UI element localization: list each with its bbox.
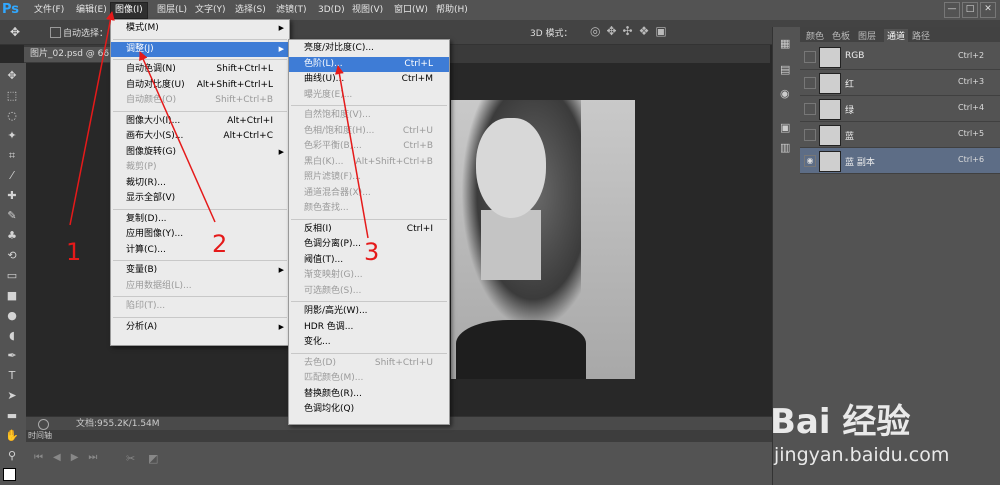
- arrow-1: [69, 11, 115, 226]
- step-label-2: 2: [212, 230, 228, 258]
- watermark-url: jingyan.baidu.com: [774, 444, 950, 466]
- watermark: Bai 经验 jingyan.baidu.com: [770, 392, 1000, 485]
- arrow-3: [334, 65, 369, 239]
- step-label-3: 3: [364, 238, 380, 266]
- step-label-1: 1: [66, 238, 82, 266]
- arrow-2: [139, 51, 216, 223]
- watermark-logo: Bai 经验: [770, 402, 911, 442]
